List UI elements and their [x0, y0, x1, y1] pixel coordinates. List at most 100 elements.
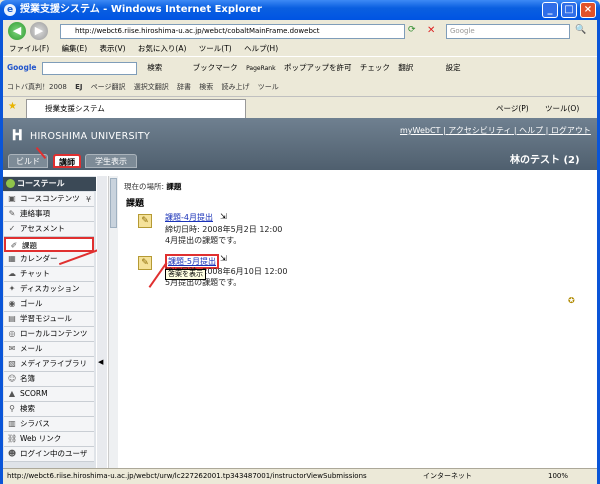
stop-icon[interactable]: ✕: [427, 25, 441, 38]
logout-link[interactable]: ログアウト: [551, 126, 591, 135]
role-tab-student-view[interactable]: 学生表示: [85, 154, 137, 168]
role-tab-instructor[interactable]: 講師: [53, 154, 81, 168]
menu-help[interactable]: ヘルプ(H): [244, 44, 278, 53]
browser-tab[interactable]: 授業支援システム: [26, 99, 246, 118]
sidebar-header-label: コーステール: [17, 179, 65, 188]
search-icon: ⚲: [9, 404, 15, 413]
window-title-bar: 授業支援システム - Windows Internet Explorer: [0, 0, 600, 20]
local-icon: ◎: [8, 329, 16, 338]
search-go-icon[interactable]: 🔍: [574, 25, 588, 39]
addon-search-button[interactable]: 検索: [199, 83, 213, 91]
sidebar-item-web-links[interactable]: ⛓ Web リンク: [4, 432, 94, 447]
google-toolbar: Google 検索 ブックマーク PageRank ポップアップを許可 チェック…: [3, 56, 597, 78]
sidebar-item-roster[interactable]: ☺ 名簿: [4, 372, 94, 387]
search-placeholder: Google: [450, 27, 475, 35]
menu-edit[interactable]: 編集(E): [62, 44, 88, 53]
scorm-icon: ▲: [8, 389, 16, 398]
action-menu-icon[interactable]: ⇲: [220, 212, 227, 221]
sidebar-item-course-content[interactable]: ▣ コースコンテンツ: [4, 192, 94, 207]
tools-menu[interactable]: ツール(O): [545, 103, 579, 114]
assignment-link-april[interactable]: 課題-4月提出: [165, 212, 213, 223]
sidebar-item-media-library[interactable]: ▧ メディアライブラリ: [4, 357, 94, 372]
sidebar-collapse-icon[interactable]: ¥: [86, 195, 91, 204]
mywebct-link[interactable]: myWebCT: [400, 126, 440, 135]
scrollbar-thumb[interactable]: [110, 178, 117, 228]
assignment-due: 締切日時: 2008年5月2日 12:00: [165, 225, 283, 234]
help-link[interactable]: ヘルプ: [519, 126, 543, 135]
google-search-input[interactable]: [41, 61, 137, 75]
addon-toolbar: コトバ真判！2008 EJ ページ翻訳 選択文翻訳 辞書 検索 読み上げ ツール: [3, 78, 597, 96]
assessment-icon: ✓: [8, 224, 16, 233]
frame-splitter[interactable]: ◀: [97, 176, 107, 468]
syllabus-icon: ▥: [8, 419, 16, 428]
address-field[interactable]: http://webct6.riise.hiroshima-u.ac.jp/we…: [60, 24, 405, 39]
back-button[interactable]: ◀: [8, 22, 26, 40]
sidebar-item-label: Web リンク: [20, 434, 62, 443]
settings-button[interactable]: 設定: [446, 63, 461, 72]
maximize-button[interactable]: □: [561, 2, 577, 18]
sidebar-item-announcements[interactable]: ✎ 連絡事項: [4, 207, 94, 222]
dictionary-button[interactable]: 辞書: [177, 83, 191, 91]
addon-tools-button[interactable]: ツール: [258, 83, 279, 91]
sidebar-item-goal[interactable]: ◉ ゴール: [4, 297, 94, 312]
sidebar-item-scorm[interactable]: ▲ SCORM: [4, 387, 94, 402]
google-logo: Google: [7, 63, 37, 72]
bookmark-button[interactable]: ブックマーク: [193, 63, 238, 72]
favorites-star-icon[interactable]: ★: [8, 101, 17, 112]
sidebar-item-syllabus[interactable]: ▥ シラバス: [4, 417, 94, 432]
sidebar-item-label: アセスメント: [20, 224, 65, 233]
tools-toggle-icon[interactable]: [6, 179, 15, 188]
popup-allow-button[interactable]: ポップアップを許可: [284, 63, 352, 72]
pagerank-indicator: PageRank: [246, 65, 276, 72]
search-input[interactable]: Google: [446, 24, 570, 39]
spell-check-button[interactable]: チェック: [360, 63, 390, 72]
collapse-arrow-icon[interactable]: ◀: [98, 358, 103, 366]
sidebar-item-assessment[interactable]: ✓ アセスメント: [4, 222, 94, 237]
sidebar-scrollbar[interactable]: [108, 176, 118, 468]
page-translate-button[interactable]: ページ翻訳: [91, 83, 126, 91]
university-name: HIROSHIMA UNIVERSITY: [30, 131, 151, 142]
refresh-icon[interactable]: ⟳: [408, 25, 422, 38]
forward-button[interactable]: ▶: [30, 22, 48, 40]
notice-icon: ✎: [8, 209, 16, 218]
zoom-level[interactable]: 100%: [548, 469, 568, 484]
sidebar-item-local-content[interactable]: ◎ ローカルコンテンツ: [4, 327, 94, 342]
tooltip: 答案を表示: [165, 269, 206, 280]
sidebar-item-search[interactable]: ⚲ 検索: [4, 402, 94, 417]
weblink-icon: ⛓: [7, 434, 18, 443]
breadcrumb-label: 現在の場所:: [124, 182, 165, 191]
goal-icon: ◉: [8, 299, 16, 308]
browser-tab-label: 授業支援システム: [45, 104, 105, 113]
sidebar-item-label: カレンダー: [20, 254, 58, 263]
addon-label: コトバ真判！2008: [7, 83, 67, 91]
menu-file[interactable]: ファイル(F): [9, 44, 49, 53]
assignment-icon: ✎: [138, 256, 152, 270]
sidebar-item-learning-module[interactable]: ▤ 学習モジュール: [4, 312, 94, 327]
help-icon[interactable]: ✪: [568, 296, 575, 305]
page-menu[interactable]: ページ(P): [496, 103, 529, 114]
minimize-button[interactable]: _: [542, 2, 558, 18]
window-title: 授業支援システム - Windows Internet Explorer: [20, 4, 262, 15]
address-text: http://webct6.riise.hiroshima-u.ac.jp/we…: [75, 27, 320, 35]
assignment-desc: 4月提出の課題です。: [165, 236, 242, 245]
menu-view[interactable]: 表示(V): [100, 44, 126, 53]
google-search-button[interactable]: 検索: [147, 63, 162, 72]
selection-translate-button[interactable]: 選択文翻訳: [134, 83, 169, 91]
translate-button[interactable]: 翻訳: [398, 63, 413, 72]
sidebar-item-online-users[interactable]: ☻ ログイン中のユーザ: [4, 447, 94, 462]
menu-favorites[interactable]: お気に入り(A): [138, 44, 186, 53]
sidebar-item-label: ディスカッション: [20, 284, 80, 293]
roster-icon: ☺: [7, 374, 17, 383]
mail-icon: ✉: [8, 344, 16, 353]
sidebar-item-assignments[interactable]: ✐ 課題: [4, 237, 94, 252]
menu-tools[interactable]: ツール(T): [199, 44, 232, 53]
sidebar-item-label: ローカルコンテンツ: [20, 329, 88, 338]
sidebar-item-discussion[interactable]: ✦ ディスカッション: [4, 282, 94, 297]
close-button[interactable]: ×: [580, 2, 596, 18]
sidebar-item-chat[interactable]: ☁ チャット: [4, 267, 94, 282]
accessibility-link[interactable]: アクセシビリティ: [448, 126, 511, 135]
sidebar-item-mail[interactable]: ✉ メール: [4, 342, 94, 357]
ej-button[interactable]: EJ: [75, 83, 82, 91]
action-menu-icon[interactable]: ⇲: [220, 254, 227, 263]
read-aloud-button[interactable]: 読み上げ: [222, 83, 250, 91]
